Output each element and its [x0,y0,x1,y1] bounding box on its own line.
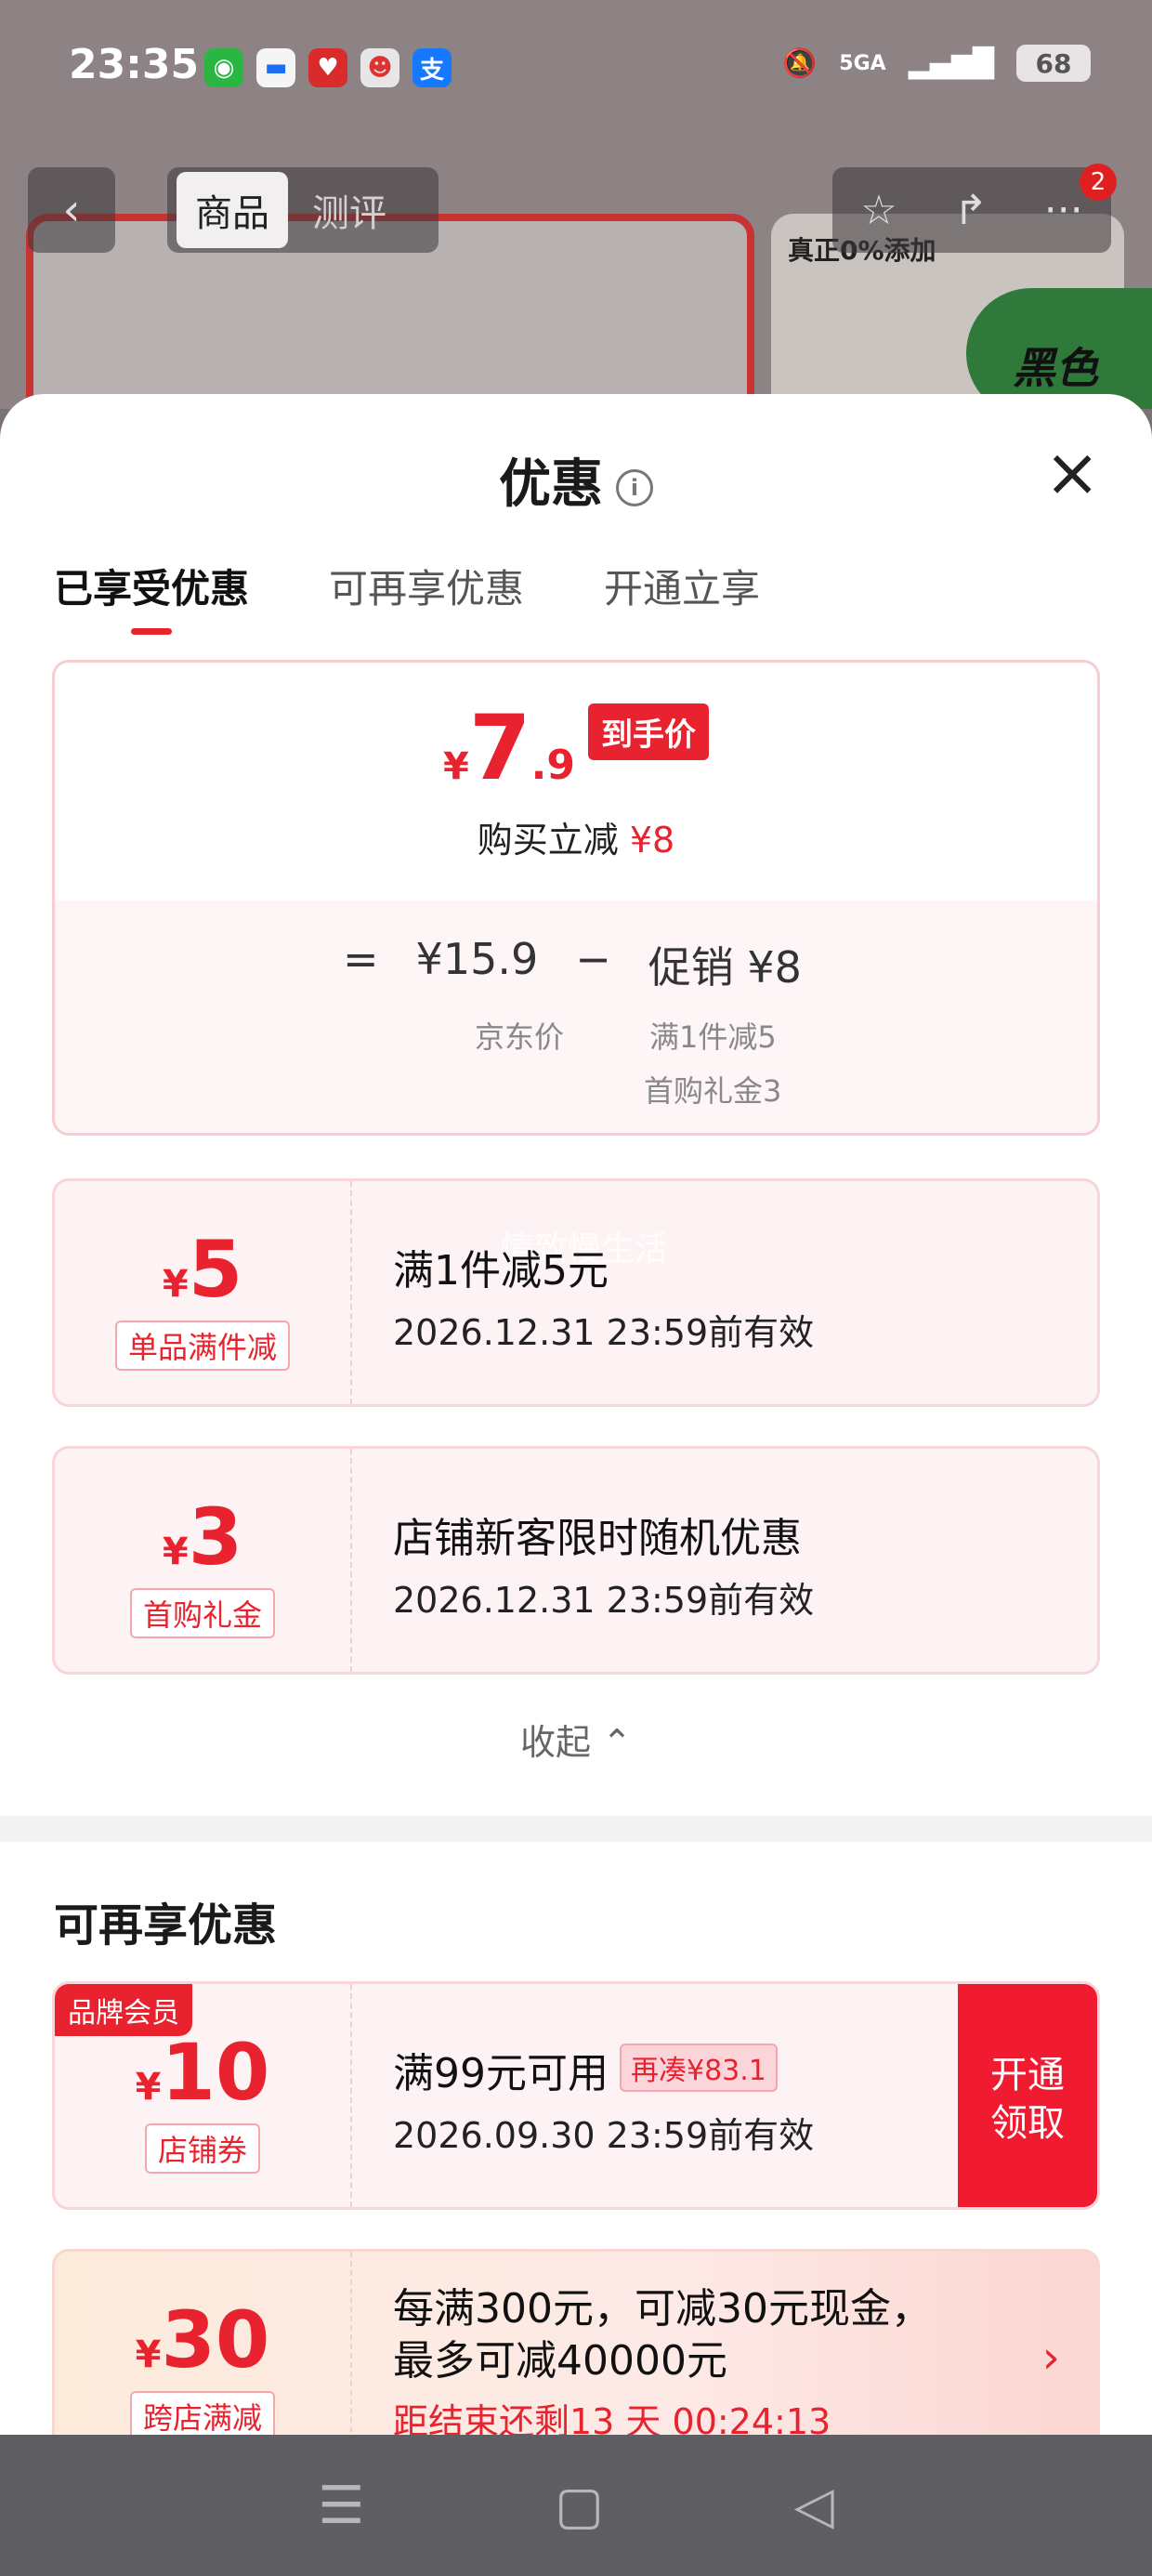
signal-icon: ▂▄▆█ [908,46,994,80]
chevron-left-icon: ‹ [62,184,81,236]
mute-icon: 🔕 [781,46,818,80]
coupon-validity: 2026.09.30 23:59前有效 [393,2115,815,2156]
battery-icon: 68 [1016,45,1091,82]
promo-detail-2: 首购礼金3 [644,1073,782,1109]
coupon-amount: ¥30 [135,2294,270,2385]
notification-icons: ◉ ▬ ♥ ☻ 支 [204,48,452,87]
more-section-title: 可再享优惠 [54,1899,278,1952]
coupon-rule-line-1: 每满300元，可减30元现金， [393,2285,932,2333]
coupon-title: 店铺新客限时随机优惠 [393,1515,802,1562]
reduce-line: 购买立减 ¥8 [55,811,1097,862]
top-action-buttons: ☆ ↱ ··· [832,167,1111,253]
coupon-card[interactable]: ¥5 单品满件减 情致慢生活 满1件减5元 2026.12.31 23:59前有… [52,1178,1100,1407]
open-claim-button[interactable]: 开通领取 [958,1984,1097,2207]
system-icons: 🔕 5GA ▂▄▆█ 68 [782,45,1091,82]
notification-badge: 2 [1080,164,1117,201]
page-tabs: 商品 测评 [167,167,439,253]
back-triangle-icon[interactable]: ◁ [794,2476,834,2536]
tab-enjoyed[interactable]: 已享受优惠 [54,558,249,635]
coupon-amount: ¥10 [135,2027,270,2118]
minus-sign: − [575,934,611,984]
close-icon: × [1044,433,1101,511]
sheet-title-row: 优惠 i [0,442,1152,518]
coupon-rule-line-2: 最多可减40000元 [393,2337,727,2385]
promo-detail-1: 满1件减5 [649,1019,777,1055]
more-icon[interactable]: ··· [1044,187,1083,234]
price-summary-card: ¥7.9 到手价 购买立减 ¥8 = ¥15.9 − 促销 ¥8 京东价 满1件减… [52,660,1100,1136]
reduce-text: 购买立减 [477,820,619,861]
price-breakdown: = ¥15.9 − 促销 ¥8 京东价 满1件减5 首购礼金3 [55,900,1097,1133]
collapse-button[interactable]: 收起 ⌃ [0,1714,1152,1765]
status-bar: 23:35 ◉ ▬ ♥ ☻ 支 🔕 5GA ▂▄▆█ 68 [0,0,1152,139]
tab-activate[interactable]: 开通立享 [604,558,760,614]
reduce-amount: ¥8 [629,820,675,861]
tab-product[interactable]: 商品 [177,172,288,248]
sheet-title: 优惠 [499,454,603,515]
alipay-icon: 支 [412,48,452,87]
network-label: 5GA [839,51,886,75]
message-icon: ▬ [256,48,295,87]
jd-app-icon: ☻ [360,48,399,87]
equals-sign: = [343,934,379,984]
discount-sheet: 优惠 i × 已享受优惠 可再享优惠 开通立享 ¥7.9 到手价 购买立减 ¥8 =… [0,394,1152,2438]
close-button[interactable]: × [1044,439,1100,506]
coupon-type-label: 首购礼金 [129,1588,275,1638]
tab-more[interactable]: 可再享优惠 [329,558,524,614]
final-price-tag: 到手价 [587,703,709,760]
star-icon[interactable]: ☆ [860,187,897,234]
final-price: ¥7.9 到手价 [55,696,1097,800]
section-divider [0,1816,1152,1842]
jd-price: ¥15.9 [415,934,539,984]
collapse-label: 收起 [520,1722,592,1763]
back-button[interactable]: ‹ [28,167,115,253]
chevron-up-icon: ⌃ [602,1722,632,1763]
coupon-validity: 2026.12.31 23:59前有效 [393,1580,815,1621]
info-icon[interactable]: i [616,468,653,506]
coupon-card: 品牌会员 ¥10 店铺券 满99元可用 再凑¥83.1 2026.09.30 23… [52,1981,1100,2210]
coupon-title: 满99元可用 再凑¥83.1 [393,2040,814,2099]
chevron-right-icon: › [1041,2332,1060,2384]
cross-store-coupon[interactable]: ¥30 跨店满减 每满300元，可减30元现金， 最多可减40000元 距结束还… [52,2249,1100,2438]
coupon-type-label: 跨店满减 [129,2391,275,2438]
app-heart-icon: ♥ [308,48,347,87]
currency-symbol: ¥ [443,745,469,788]
tab-review[interactable]: 测评 [312,183,386,237]
coupon-type-label: 单品满件减 [114,1321,290,1371]
price-decimal: .9 [530,742,575,789]
menu-icon[interactable]: ☰ [318,2476,364,2536]
coupon-validity: 2026.12.31 23:59前有效 [393,1312,815,1353]
countdown: 距结束还剩13 天 00:24:13 [393,2401,831,2438]
background-product-page: 23:35 ◉ ▬ ♥ ☻ 支 🔕 5GA ▂▄▆█ 68 真正0%添加 黑色 … [0,0,1152,409]
status-time: 23:35 [69,41,200,88]
price-integer: 7 [468,696,531,800]
add-more-tag: 再凑¥83.1 [620,2044,778,2092]
discount-tabs: 已享受优惠 可再享优惠 开通立享 [54,558,760,635]
coupon-title: 满1件减5元 [393,1247,609,1295]
wechat-icon: ◉ [204,48,243,87]
green-label: 黑色 [966,288,1152,409]
share-icon[interactable]: ↱ [953,187,988,234]
jd-price-label: 京东价 [475,1019,565,1055]
coupon-card[interactable]: ¥3 首购礼金 店铺新客限时随机优惠 2026.12.31 23:59前有效 [52,1446,1100,1675]
coupon-amount: ¥3 [162,1492,243,1583]
coupon-amount: ¥5 [162,1224,243,1315]
home-icon[interactable]: ▢ [555,2476,604,2536]
coupon-type-label: 店铺券 [144,2123,260,2174]
open-claim-label: 开通领取 [990,2054,1065,2145]
promo-amount: 促销 ¥8 [648,942,802,992]
system-nav-bar: ☰ ▢ ◁ [0,2435,1152,2576]
